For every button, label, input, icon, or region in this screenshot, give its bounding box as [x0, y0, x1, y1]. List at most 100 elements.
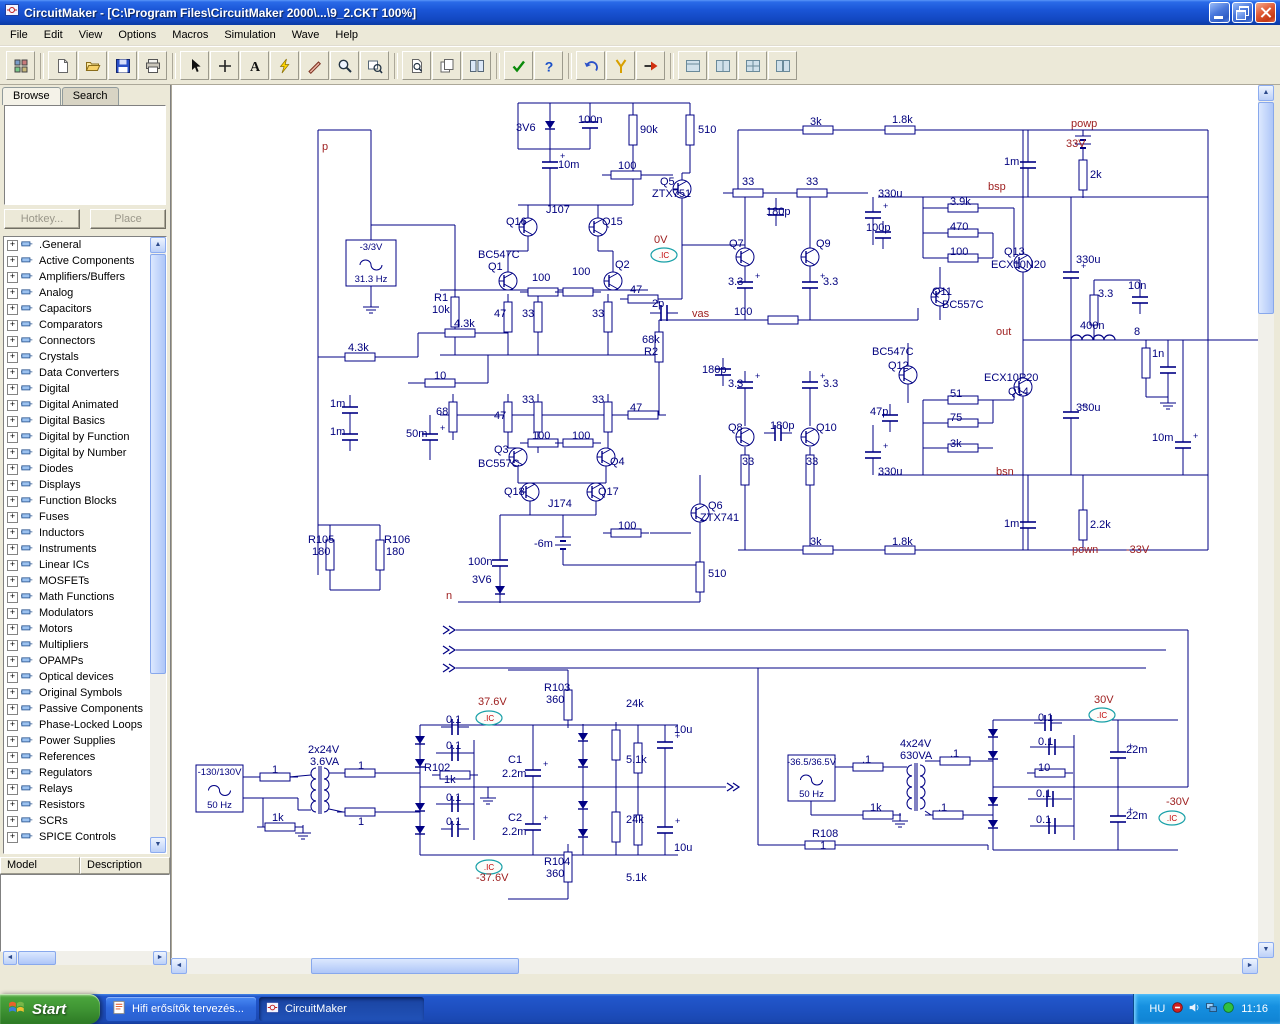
resistor[interactable]: [611, 722, 621, 768]
expand-icon[interactable]: +: [7, 799, 18, 811]
tree-item-multipliers[interactable]: + Multipliers: [4, 637, 150, 653]
tree-item-capacitors[interactable]: + Capacitors: [4, 301, 150, 317]
expand-icon[interactable]: +: [7, 479, 18, 491]
scroll-down-icon[interactable]: ▼: [1258, 942, 1274, 958]
toolbar-button-tile-1[interactable]: [678, 51, 707, 80]
expand-icon[interactable]: +: [7, 767, 18, 779]
expand-icon[interactable]: +: [7, 607, 18, 619]
expand-icon[interactable]: +: [7, 431, 18, 443]
toolbar-button-design-check[interactable]: [504, 51, 533, 80]
toolbar-button-part-browser[interactable]: [6, 51, 35, 80]
menu-simulation[interactable]: Simulation: [216, 26, 283, 44]
expand-icon[interactable]: +: [7, 831, 18, 843]
signal-source[interactable]: -3/3V 31.3 Hz: [345, 239, 397, 287]
resistor[interactable]: [337, 352, 383, 362]
scroll-right-icon[interactable]: ►: [1242, 958, 1258, 974]
resistor[interactable]: [695, 554, 705, 600]
menu-edit[interactable]: Edit: [36, 26, 71, 44]
resistor[interactable]: [603, 170, 649, 180]
transformer[interactable]: [906, 763, 926, 811]
network-icon[interactable]: [1205, 1001, 1218, 1017]
tree-item-digital-by-function[interactable]: + Digital by Function: [4, 429, 150, 445]
expand-icon[interactable]: +: [7, 671, 18, 683]
tree-item-mosfets[interactable]: + MOSFETs: [4, 573, 150, 589]
scroll-left-icon[interactable]: ◄: [171, 958, 187, 974]
menu-file[interactable]: File: [2, 26, 36, 44]
scrollbar-thumb[interactable]: [150, 254, 166, 674]
resistor[interactable]: [1141, 340, 1151, 386]
tree-item-relays[interactable]: + Relays: [4, 781, 150, 797]
diode[interactable]: [578, 820, 588, 846]
toolbar-button-help[interactable]: ?: [534, 51, 563, 80]
expand-icon[interactable]: +: [7, 687, 18, 699]
resistor[interactable]: [940, 443, 986, 453]
model-tab[interactable]: Model: [0, 857, 80, 874]
expand-icon[interactable]: +: [7, 703, 18, 715]
resistor[interactable]: [611, 804, 621, 850]
toolbar-button-save-file[interactable]: [108, 51, 137, 80]
diode[interactable]: [415, 727, 425, 753]
expand-icon[interactable]: +: [7, 543, 18, 555]
battery[interactable]: [555, 531, 571, 555]
ground[interactable]: [363, 299, 379, 314]
tab-browse[interactable]: Browse: [2, 87, 61, 105]
scrollbar-thumb[interactable]: [18, 951, 56, 965]
tree-item-phase-locked-loops[interactable]: + Phase-Locked Loops: [4, 717, 150, 733]
inductor[interactable]: [1070, 334, 1116, 341]
title-bar[interactable]: CircuitMaker - [C:\Program Files\Circuit…: [0, 0, 1280, 25]
resistor[interactable]: [448, 394, 458, 440]
resistor[interactable]: [740, 447, 750, 493]
transistor[interactable]: [735, 247, 755, 267]
initial-condition-marker[interactable]: .IC: [475, 710, 503, 726]
tree-item-references[interactable]: + References: [4, 749, 150, 765]
toolbar-button-delete-tool[interactable]: [300, 51, 329, 80]
scroll-right-icon[interactable]: ►: [153, 951, 167, 965]
tree-item-active-components[interactable]: + Active Components: [4, 253, 150, 269]
ground[interactable]: [480, 790, 496, 805]
tree-item-general[interactable]: + .General: [4, 237, 150, 253]
messenger-icon[interactable]: [1222, 1001, 1235, 1017]
diode[interactable]: [578, 750, 588, 776]
transistor[interactable]: [498, 271, 518, 291]
resistor[interactable]: [685, 107, 695, 153]
toolbar-button-print[interactable]: [138, 51, 167, 80]
resistor[interactable]: [437, 328, 483, 338]
resistor[interactable]: [337, 807, 383, 817]
signal-source[interactable]: -130/130V 50 Hz: [195, 764, 244, 813]
initial-condition-marker[interactable]: .IC: [1158, 810, 1186, 826]
resistor[interactable]: [555, 287, 601, 297]
tree-item-optical-devices[interactable]: + Optical devices: [4, 669, 150, 685]
expand-icon[interactable]: +: [7, 591, 18, 603]
toolbar-button-new-document[interactable]: [48, 51, 77, 80]
connector-arrow[interactable]: [442, 625, 457, 635]
capacitor[interactable]: [1020, 151, 1036, 179]
tree-item-power-supplies[interactable]: + Power Supplies: [4, 733, 150, 749]
diode[interactable]: [415, 794, 425, 820]
expand-icon[interactable]: +: [7, 287, 18, 299]
scroll-up-icon[interactable]: ▲: [150, 237, 166, 253]
minimize-button[interactable]: [1209, 2, 1230, 23]
expand-icon[interactable]: +: [7, 735, 18, 747]
sidebar-hscrollbar[interactable]: ◄ ►: [3, 951, 167, 965]
tree-scrollbar[interactable]: ▲ ▼: [150, 237, 166, 853]
toolbar-button-split-view[interactable]: [462, 51, 491, 80]
expand-icon[interactable]: +: [7, 463, 18, 475]
resistor[interactable]: [925, 810, 971, 820]
hotkey-button[interactable]: Hotkey...: [4, 209, 80, 229]
expand-icon[interactable]: +: [7, 751, 18, 763]
resistor[interactable]: [805, 447, 815, 493]
expand-icon[interactable]: +: [7, 319, 18, 331]
connector-arrow[interactable]: [442, 645, 457, 655]
tree-item-comparators[interactable]: + Comparators: [4, 317, 150, 333]
resistor[interactable]: [375, 532, 385, 578]
expand-icon[interactable]: +: [7, 271, 18, 283]
toolbar-button-tile-4[interactable]: [768, 51, 797, 80]
tree-item-scrs[interactable]: + SCRs: [4, 813, 150, 829]
toolbar-button-zoom-window[interactable]: [360, 51, 389, 80]
expand-icon[interactable]: +: [7, 511, 18, 523]
tree-item-passive-components[interactable]: + Passive Components: [4, 701, 150, 717]
tree-item-function-blocks[interactable]: + Function Blocks: [4, 493, 150, 509]
diode[interactable]: [578, 792, 588, 818]
tree-item-crystals[interactable]: + Crystals: [4, 349, 150, 365]
electrolytic-capacitor[interactable]: +: [525, 759, 548, 787]
